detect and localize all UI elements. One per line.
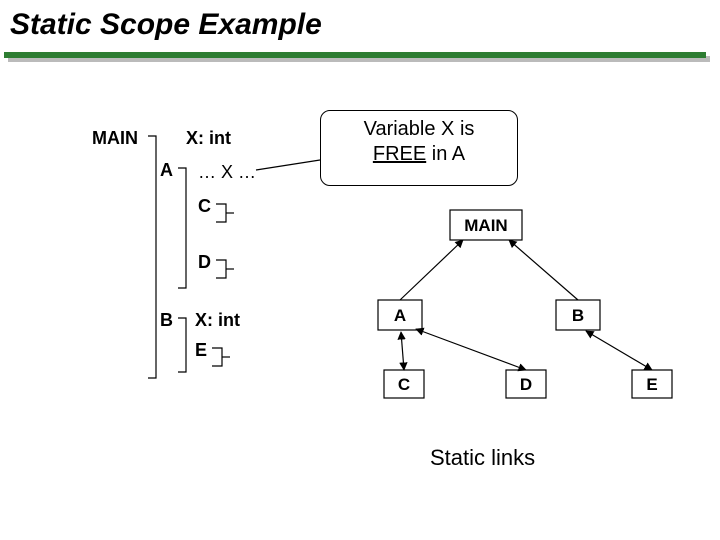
edge-c-a [401, 332, 404, 370]
node-d-box [506, 370, 546, 398]
lt-xint2: X: int [195, 310, 240, 331]
node-main-box [450, 210, 522, 240]
node-c-box [384, 370, 424, 398]
node-a-text: A [394, 306, 406, 325]
edge-d-a [416, 329, 526, 370]
node-main-text: MAIN [464, 216, 507, 235]
lt-c: C [198, 196, 211, 217]
slide-title: Static Scope Example [10, 8, 322, 42]
lt-a: A [160, 160, 173, 181]
node-d-text: D [520, 375, 532, 394]
lt-xint1: X: int [186, 128, 231, 149]
node-b-box [556, 300, 600, 330]
callout-rest: in A [426, 143, 465, 165]
callout-line1: Variable X is [364, 118, 475, 140]
callout-pointer [256, 160, 320, 170]
edge-b-main [509, 240, 578, 300]
right-tree: MAIN A B C D E [378, 210, 672, 398]
lt-e: E [195, 340, 207, 361]
title-rule [4, 52, 706, 58]
lt-b: B [160, 310, 173, 331]
edge-a-main [400, 240, 463, 300]
lt-xref: … X … [198, 162, 256, 183]
edge-e-b [586, 331, 652, 370]
node-a-box [378, 300, 422, 330]
node-e-box [632, 370, 672, 398]
node-c-text: C [398, 375, 410, 394]
callout-box: Variable X is FREE in A [320, 110, 518, 186]
lt-d: D [198, 252, 211, 273]
static-links-caption: Static links [430, 445, 535, 471]
node-b-text: B [572, 306, 584, 325]
node-e-text: E [646, 375, 657, 394]
lt-main: MAIN [92, 128, 138, 149]
callout-free: FREE [373, 143, 426, 165]
